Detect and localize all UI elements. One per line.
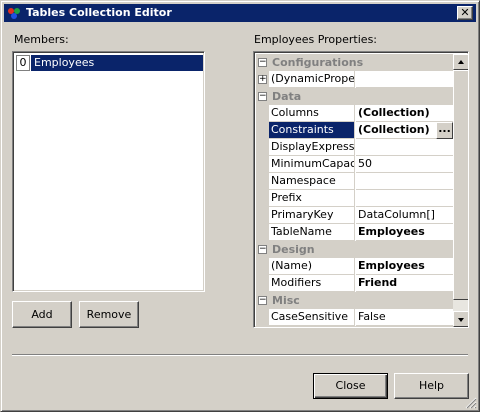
property-row-casesensitive[interactable]: CaseSensitive False (256, 309, 453, 326)
property-value[interactable] (356, 173, 453, 190)
property-row-dynamicproperties[interactable]: + (DynamicProperti (256, 71, 453, 88)
property-value[interactable]: DataColumn[] (356, 207, 453, 224)
property-row-prefix[interactable]: Prefix (256, 190, 453, 207)
close-icon: ✕ (460, 6, 470, 19)
property-value[interactable]: Friend (356, 275, 453, 292)
category-name: Data (272, 90, 302, 103)
property-value[interactable]: Employees (356, 224, 453, 241)
property-value[interactable]: Employees (356, 258, 453, 275)
help-button[interactable]: Help (394, 373, 469, 399)
category-configurations[interactable]: − Configurations (256, 54, 453, 71)
editor-app-icon (8, 8, 20, 19)
arrow-up-icon (458, 60, 464, 64)
property-value[interactable] (356, 139, 453, 156)
member-name[interactable]: Employees (31, 55, 203, 71)
scroll-thumb[interactable] (453, 70, 468, 300)
row-margin (256, 309, 269, 326)
ellipsis-button[interactable]: ... (436, 122, 453, 139)
property-name: Modifiers (269, 275, 355, 292)
row-margin (256, 105, 269, 122)
property-row-constraints[interactable]: Constraints (Collection) ... (256, 122, 453, 139)
collapse-icon[interactable]: − (258, 296, 267, 305)
property-value[interactable]: (Collection) (356, 105, 453, 122)
category-name: Design (272, 243, 315, 256)
property-row-modifiers[interactable]: Modifiers Friend (256, 275, 453, 292)
window-close-button[interactable]: ✕ (457, 6, 473, 20)
property-name: Namespace (269, 173, 355, 190)
property-value[interactable] (356, 71, 453, 88)
resize-grip-icon[interactable] (465, 397, 477, 409)
scroll-down-button[interactable] (453, 311, 468, 327)
footer-separator (12, 354, 468, 356)
row-margin (256, 173, 269, 190)
row-margin (256, 224, 269, 241)
category-design[interactable]: − Design (256, 241, 453, 258)
property-grid-scrollbar[interactable] (453, 54, 468, 327)
window-title: Tables Collection Editor (26, 6, 172, 19)
close-button[interactable]: Close (313, 373, 388, 399)
property-row-columns[interactable]: Columns (Collection) (256, 105, 453, 122)
property-row-displayexpression[interactable]: DisplayExpression (256, 139, 453, 156)
members-list[interactable]: 0 Employees (12, 51, 205, 292)
property-row-namespace[interactable]: Namespace (256, 173, 453, 190)
remove-button[interactable]: Remove (79, 301, 139, 328)
property-name: (DynamicProperti (269, 71, 355, 88)
expand-icon[interactable]: + (258, 75, 267, 84)
property-row-tablename[interactable]: TableName Employees (256, 224, 453, 241)
property-name: Prefix (269, 190, 355, 207)
category-name: Configurations (272, 56, 364, 69)
property-name: Constraints (269, 122, 355, 139)
property-name: MinimumCapacity (269, 156, 355, 173)
property-grid[interactable]: − Configurations + (DynamicProperti − Da… (253, 51, 469, 328)
property-name: CaseSensitive (269, 309, 355, 326)
add-button[interactable]: Add (12, 301, 72, 328)
collection-editor-dialog: Tables Collection Editor ✕ Members: 0 Em… (0, 0, 480, 412)
property-value[interactable]: 50 (356, 156, 453, 173)
members-label: Members: (14, 33, 69, 46)
row-margin (256, 207, 269, 224)
properties-label: Employees Properties: (254, 33, 378, 46)
category-misc[interactable]: − Misc (256, 292, 453, 309)
arrow-down-icon (458, 318, 464, 322)
title-bar[interactable]: Tables Collection Editor ✕ (4, 4, 476, 22)
row-margin (256, 258, 269, 275)
property-name: Columns (269, 105, 355, 122)
property-name: TableName (269, 224, 355, 241)
collapse-icon[interactable]: − (258, 245, 267, 254)
property-row-name[interactable]: (Name) Employees (256, 258, 453, 275)
scroll-up-button[interactable] (453, 54, 468, 70)
row-margin (256, 139, 269, 156)
property-grid-rows: − Configurations + (DynamicProperti − Da… (256, 54, 453, 327)
member-index: 0 (16, 55, 30, 71)
property-row-primarykey[interactable]: PrimaryKey DataColumn[] (256, 207, 453, 224)
property-row-minimumcapacity[interactable]: MinimumCapacity 50 (256, 156, 453, 173)
property-name: PrimaryKey (269, 207, 355, 224)
category-data[interactable]: − Data (256, 88, 453, 105)
row-margin (256, 275, 269, 292)
property-name: DisplayExpression (269, 139, 355, 156)
row-margin (256, 190, 269, 207)
collapse-icon[interactable]: − (258, 92, 267, 101)
category-name: Misc (272, 294, 300, 307)
row-margin (256, 156, 269, 173)
property-value[interactable]: False (356, 309, 453, 326)
collapse-icon[interactable]: − (258, 58, 267, 67)
list-item[interactable]: 0 Employees (16, 55, 203, 71)
property-value[interactable] (356, 190, 453, 207)
row-margin (256, 122, 269, 139)
property-name: (Name) (269, 258, 355, 275)
